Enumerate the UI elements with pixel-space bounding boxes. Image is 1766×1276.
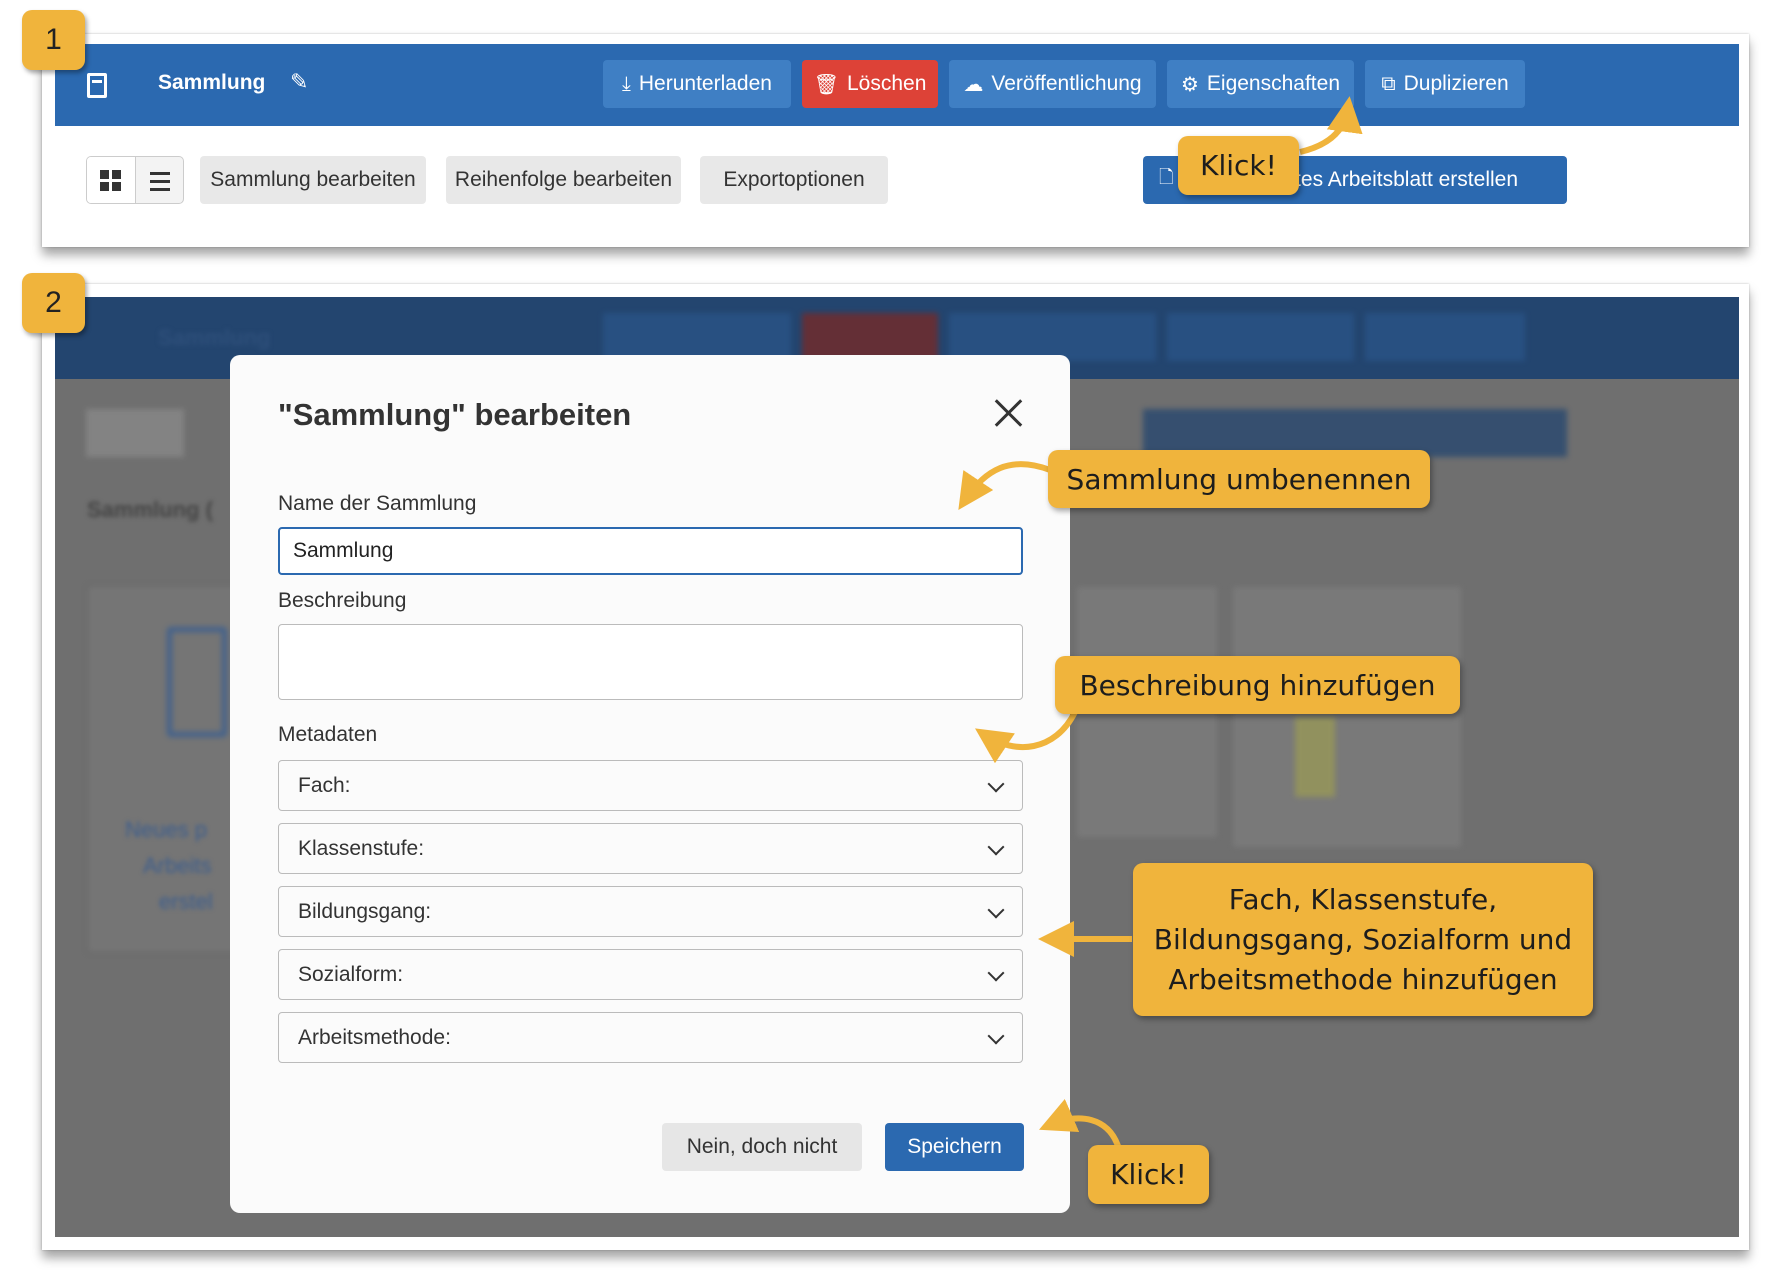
grid-view-icon[interactable] bbox=[87, 157, 136, 203]
chevron-down-icon bbox=[987, 838, 1005, 856]
delete-button[interactable]: 🗑 Löschen bbox=[802, 60, 938, 108]
work-method-select-label: Arbeitsmethode: bbox=[298, 1025, 451, 1049]
download-button[interactable]: ⤓ Herunterladen bbox=[603, 60, 791, 108]
blurred-thumbnail-detail bbox=[1295, 717, 1335, 797]
trash-icon: 🗑 bbox=[813, 73, 839, 96]
collection-name-input[interactable]: Sammlung bbox=[278, 527, 1023, 575]
education-track-select[interactable]: Bildungsgang: bbox=[278, 886, 1023, 937]
collection-name-label: Name der Sammlung bbox=[278, 492, 477, 515]
properties-label: Eigenschaften bbox=[1206, 72, 1341, 95]
export-options-button[interactable]: Exportoptionen bbox=[700, 156, 888, 204]
subject-select-label: Fach: bbox=[298, 773, 351, 797]
close-icon[interactable] bbox=[990, 395, 1026, 431]
grade-level-select[interactable]: Klassenstufe: bbox=[278, 823, 1023, 874]
gears-icon: ⚙ bbox=[1180, 73, 1199, 96]
callout-metadata-line-2: Bildungsgang, Sozialform und bbox=[1153, 922, 1573, 956]
step-badge-1: 1 bbox=[22, 10, 85, 70]
collection-toolbar: Sammlung bearbeiten Reihenfolge bearbeit… bbox=[55, 126, 1739, 226]
pencil-icon[interactable]: ✎ bbox=[290, 69, 308, 95]
blurred-card-text-3: erstel bbox=[159, 889, 213, 914]
callout-rename-collection: Sammlung umbenennen bbox=[1048, 450, 1430, 508]
blurred-card-text-1: Neues p bbox=[125, 817, 207, 842]
blurred-download-button bbox=[603, 313, 791, 361]
callout-metadata-line-1: Fach, Klassenstufe, bbox=[1228, 882, 1498, 916]
description-label: Beschreibung bbox=[278, 589, 407, 612]
document-icon bbox=[87, 73, 107, 98]
cloud-icon: ☁ bbox=[963, 73, 984, 96]
callout-click-save: Klick! bbox=[1088, 1145, 1209, 1204]
social-form-select-label: Sozialform: bbox=[298, 962, 404, 986]
chevron-down-icon bbox=[987, 775, 1005, 793]
subject-select[interactable]: Fach: bbox=[278, 760, 1023, 811]
blurred-file-icon bbox=[167, 627, 227, 737]
social-form-select[interactable]: Sozialform: bbox=[278, 949, 1023, 1000]
callout-click-properties: Klick! bbox=[1178, 136, 1299, 195]
delete-label: Löschen bbox=[846, 72, 927, 95]
collection-title: Sammlung bbox=[158, 71, 266, 94]
tutorial-canvas: 1 Sammlung ✎ ⤓ Herunterladen 🗑 Löschen ☁ Ve… bbox=[0, 0, 1766, 1276]
education-track-select-label: Bildungsgang: bbox=[298, 899, 432, 923]
download-label: Herunterladen bbox=[638, 72, 772, 95]
metadata-label: Metadaten bbox=[278, 723, 378, 746]
chevron-down-icon bbox=[987, 901, 1005, 919]
duplicate-icon: ⧉ bbox=[1381, 72, 1396, 95]
blurred-card-text-2: Arbeits bbox=[143, 853, 212, 878]
list-view-icon[interactable] bbox=[136, 157, 183, 203]
blurred-properties-button bbox=[1167, 313, 1354, 361]
save-button[interactable]: Speichern bbox=[885, 1123, 1024, 1171]
cancel-button[interactable]: Nein, doch nicht bbox=[662, 1123, 862, 1171]
blurred-publish-button bbox=[949, 313, 1156, 361]
collection-header-bar: Sammlung ✎ ⤓ Herunterladen 🗑 Löschen ☁ Verö… bbox=[55, 44, 1739, 126]
blurred-title: Sammlung bbox=[158, 325, 271, 350]
download-icon: ⤓ bbox=[622, 72, 631, 95]
blurred-section-heading: Sammlung ( bbox=[87, 497, 213, 522]
view-toggle bbox=[86, 156, 184, 204]
callout-metadata-line-3: Arbeitsmethode hinzufügen bbox=[1168, 962, 1558, 996]
callout-add-metadata: Fach, Klassenstufe, Bildungsgang, Sozial… bbox=[1133, 863, 1593, 1016]
duplicate-button[interactable]: ⧉ Duplizieren bbox=[1365, 60, 1525, 108]
publish-label: Veröffentlichung bbox=[991, 72, 1142, 95]
add-file-icon: 🗋 bbox=[1159, 167, 1174, 187]
edit-collection-modal: "Sammlung" bearbeiten Name der Sammlung … bbox=[230, 355, 1070, 1213]
blurred-delete-button bbox=[802, 313, 938, 361]
grade-level-select-label: Klassenstufe: bbox=[298, 836, 425, 860]
blurred-thumbnail-2 bbox=[1233, 587, 1461, 847]
duplicate-label: Duplizieren bbox=[1403, 72, 1509, 95]
blurred-view-toggle bbox=[86, 409, 184, 457]
step-badge-2: 2 bbox=[22, 273, 85, 333]
publish-button[interactable]: ☁ Veröffentlichung bbox=[949, 60, 1156, 108]
chevron-down-icon bbox=[987, 1027, 1005, 1045]
callout-add-description: Beschreibung hinzufügen bbox=[1055, 656, 1460, 714]
modal-title: "Sammlung" bearbeiten bbox=[278, 397, 632, 432]
edit-collection-button[interactable]: Sammlung bearbeiten bbox=[200, 156, 426, 204]
description-textarea[interactable] bbox=[278, 624, 1023, 700]
blurred-duplicate-button bbox=[1365, 313, 1525, 361]
edit-order-button[interactable]: Reihenfolge bearbeiten bbox=[446, 156, 681, 204]
chevron-down-icon bbox=[987, 964, 1005, 982]
work-method-select[interactable]: Arbeitsmethode: bbox=[278, 1012, 1023, 1063]
properties-button[interactable]: ⚙ Eigenschaften bbox=[1167, 60, 1354, 108]
